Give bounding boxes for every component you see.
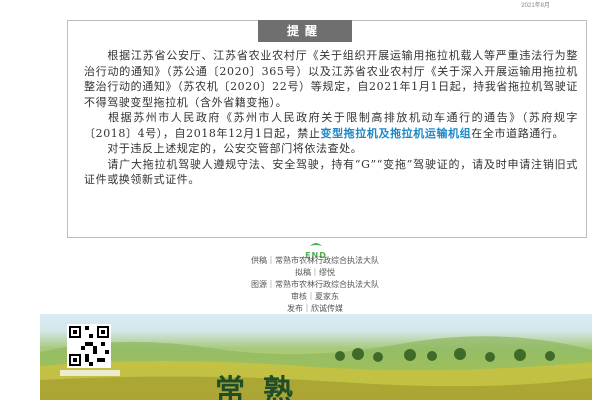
- credit-line-supplier: 供稿｜常熟市农林行政综合执法大队: [251, 256, 379, 265]
- notice-paragraph-4: 请广大拖拉机驾驶人遵规守法、安全驾驶，持有“G”“变拖”驾驶证的，请及时申请注销…: [84, 157, 578, 188]
- notice-paragraph-3: 对于违反上述规定的，公安交管部门将依法查处。: [84, 141, 578, 157]
- notice-body: 根据江苏省公安厅、江苏省农业农村厅《关于组织开展运输用拖拉机载人等严重违法行为整…: [84, 48, 578, 188]
- notice-paragraph-1: 根据江苏省公安厅、江苏省农业农村厅《关于组织开展运输用拖拉机载人等严重违法行为整…: [84, 48, 578, 110]
- issue-date: 2021年8月: [521, 3, 550, 9]
- banner-calligraphy: 常熟: [215, 374, 311, 400]
- credits: 供稿｜常熟市农林行政综合执法大队 拟稿｜缪悦 图源｜常熟市农林行政综合执法大队 …: [200, 255, 430, 315]
- notice-paragraph-1-text: 根据江苏省公安厅、江苏省农业农村厅《关于组织开展运输用拖拉机载人等严重违法行为整…: [84, 49, 578, 109]
- notice-paragraph-2: 根据苏州市人民政府《苏州市人民政府关于限制高排放机动车通行的通告》（苏府规字〔2…: [84, 110, 578, 141]
- notice-paragraph-2-tail: 在全市道路通行。: [471, 126, 565, 140]
- credit-line-writer: 拟稿｜缪悦: [295, 268, 335, 277]
- qr-caption-strip: [60, 370, 120, 376]
- highlighted-vehicle-type: 变型拖拉机及拖拉机运输机组: [320, 126, 472, 140]
- landscape-illustration: [40, 336, 592, 400]
- qr-code-icon: [69, 326, 109, 366]
- notice-title: 提醒: [258, 20, 352, 42]
- leaf-icon: [310, 243, 322, 246]
- credit-line-reviewer: 审核｜夏家东: [291, 292, 339, 301]
- notice-paragraph-4-text: 请广大拖拉机驾驶人遵规守法、安全驾驶，持有“G”“变拖”驾驶证的，请及时申请注销…: [84, 157, 578, 187]
- qr-code[interactable]: [67, 324, 111, 368]
- scenic-banner: 常熟: [40, 314, 592, 400]
- notice-paragraph-3-text: 对于违反上述规定的，公安交管部门将依法查处。: [107, 142, 363, 155]
- credit-line-image-source: 图源｜常熟市农林行政综合执法大队: [251, 280, 379, 289]
